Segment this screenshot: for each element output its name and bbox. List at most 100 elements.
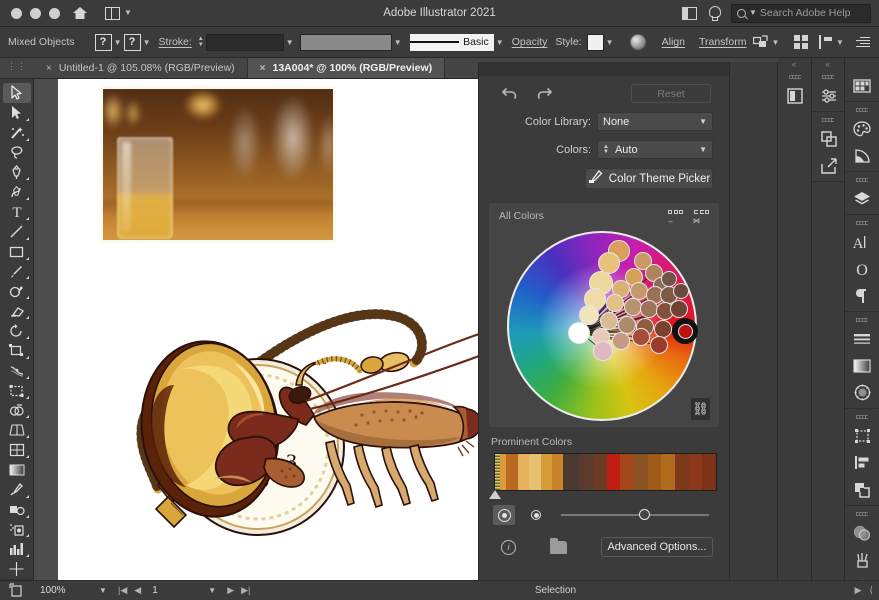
rotate-tool[interactable] (3, 321, 31, 341)
color-guide-panel-icon[interactable] (845, 142, 879, 169)
link-colors-icon[interactable]: ⛓ (691, 398, 710, 420)
prominent-color-swatch[interactable] (688, 454, 703, 490)
column-graph-tool[interactable] (3, 539, 31, 559)
symbol-sprayer-tool[interactable] (3, 520, 31, 540)
blend-tool[interactable] (3, 500, 31, 520)
document-tab-untitled-1[interactable]: × Untitled-1 @ 105.08% (RGB/Preview) (34, 58, 248, 78)
document-setup-icon[interactable] (854, 35, 871, 50)
redo-icon[interactable] (535, 86, 553, 102)
artboard-tool[interactable] (3, 559, 31, 579)
brush-definition-field[interactable]: Basic (409, 33, 494, 51)
rail-grip[interactable] (845, 508, 879, 519)
zoom-level-field[interactable]: 100% (34, 583, 94, 598)
reset-button[interactable]: Reset (631, 84, 711, 103)
window-controls[interactable] (11, 7, 60, 19)
stroke-weight-field[interactable] (205, 33, 284, 51)
width-profile-dropdown-icon[interactable]: ▼ (392, 38, 404, 47)
color-library-select[interactable]: None ▼ (597, 112, 713, 131)
close-window-button[interactable] (11, 7, 22, 19)
mesh-tool[interactable] (3, 440, 31, 460)
home-icon[interactable] (72, 5, 88, 21)
align-grid-icon[interactable] (792, 35, 809, 50)
next-page-icon[interactable]: ▶ (227, 585, 234, 596)
distribute-dropdown-icon[interactable]: ▼ (834, 38, 846, 47)
prominent-colors-bar[interactable] (489, 453, 717, 499)
prominent-colors-marker[interactable] (489, 490, 501, 499)
rail-grip[interactable] (845, 314, 879, 325)
zoom-dropdown-icon[interactable]: ▼ (94, 586, 112, 595)
prominent-color-swatch[interactable] (540, 454, 552, 490)
lasso-tool[interactable] (3, 143, 31, 163)
status-bar-controls[interactable]: ▶ ⟨ (855, 585, 879, 596)
width-tool[interactable] (3, 361, 31, 381)
color-wheel-marker[interactable] (612, 332, 630, 350)
align-panel-icon[interactable] (845, 449, 879, 476)
prominent-color-swatch[interactable] (633, 454, 648, 490)
rectangle-tool[interactable] (3, 242, 31, 262)
prominent-color-swatch[interactable] (620, 454, 634, 490)
advanced-options-button[interactable]: Advanced Options... (601, 537, 713, 557)
color-wheel-marker[interactable] (673, 283, 689, 299)
magic-wand-tool[interactable] (3, 123, 31, 143)
artboard-number-field[interactable]: 1 (147, 585, 203, 596)
transparency-panel-icon[interactable] (845, 379, 879, 406)
free-transform-tool[interactable] (3, 381, 31, 401)
color-wheel-marker[interactable] (670, 300, 688, 318)
colors-stepper[interactable]: ▲ ▼ (603, 144, 609, 155)
pen-tool[interactable] (3, 162, 31, 182)
smooth-color-icon[interactable] (493, 505, 515, 525)
stroke-panel-icon[interactable] (845, 325, 879, 352)
color-wheel-marker[interactable] (650, 336, 668, 354)
color-wheel[interactable] (507, 231, 698, 421)
document-tab-13a004[interactable]: × 13A004* @ 100% (RGB/Preview) (247, 58, 446, 78)
color-wheel-marker[interactable] (593, 341, 613, 361)
character-panel-icon[interactable]: A (845, 228, 879, 255)
graphic-style-swatch[interactable] (586, 33, 604, 51)
dock-grip[interactable] (812, 114, 844, 125)
layers-panel-icon[interactable] (845, 185, 879, 212)
save-color-group-icon[interactable] (550, 537, 567, 554)
shape-builder-tool[interactable] (3, 401, 31, 421)
color-panel-icon[interactable] (845, 115, 879, 142)
prominent-color-swatch[interactable] (517, 454, 530, 490)
dock-grip[interactable] (812, 71, 844, 82)
distribute-icon[interactable] (817, 35, 834, 50)
stroke-weight-dropdown-icon[interactable]: ▼ (284, 38, 296, 47)
direct-selection-tool[interactable] (3, 103, 31, 123)
lobster-pocket-watch-illustration[interactable]: 1 6 9 3 (62, 289, 478, 579)
close-icon[interactable]: × (46, 63, 52, 74)
perspective-grid-tool[interactable] (3, 420, 31, 440)
prominent-color-swatch[interactable] (606, 454, 621, 490)
gradient-panel-icon[interactable] (845, 352, 879, 379)
glyphs-panel-icon[interactable]: O (845, 255, 879, 282)
rail-grip[interactable] (845, 174, 879, 185)
export-icon[interactable] (812, 152, 846, 179)
type-tool[interactable]: T (3, 202, 31, 222)
prominent-color-swatch[interactable] (579, 454, 593, 490)
rail-grip[interactable] (845, 217, 879, 228)
artboard-tool-icon[interactable] (0, 583, 34, 598)
switch-workspace-icon[interactable] (682, 6, 697, 20)
eraser-tool[interactable] (3, 301, 31, 321)
eyedropper-tool[interactable] (3, 480, 31, 500)
artboard[interactable]: 1 6 9 3 (58, 79, 478, 580)
prominent-color-swatch[interactable] (551, 454, 564, 490)
fill-dropdown-icon[interactable]: ▼ (112, 38, 124, 47)
stroke-dropdown-icon[interactable]: ▼ (141, 38, 153, 47)
color-slider-track[interactable] (561, 509, 709, 520)
color-theme-picker-button[interactable]: Color Theme Picker (585, 168, 713, 189)
prominent-color-swatch[interactable] (592, 454, 607, 490)
stroke-weight-stepper[interactable]: ▲ ▼ (198, 36, 204, 48)
color-wheel-marker[interactable] (632, 328, 650, 346)
rail-grip[interactable] (845, 411, 879, 422)
copy-layers-icon[interactable] (812, 125, 846, 152)
paintbrush-tool[interactable] (3, 262, 31, 282)
opacity-label[interactable]: Opacity (512, 36, 548, 48)
colors-select[interactable]: ▲ ▼ Auto ▼ (597, 140, 713, 159)
status-menu-icon[interactable]: ▶ (855, 585, 862, 596)
link-harmony-colors-icon[interactable]: ⋈ (693, 210, 710, 226)
pathfinder-panel-icon[interactable] (845, 476, 879, 503)
arrange-documents-button[interactable]: ▼ (105, 6, 132, 20)
prominent-color-swatch[interactable] (702, 454, 717, 490)
prominent-color-swatch[interactable] (675, 454, 689, 490)
